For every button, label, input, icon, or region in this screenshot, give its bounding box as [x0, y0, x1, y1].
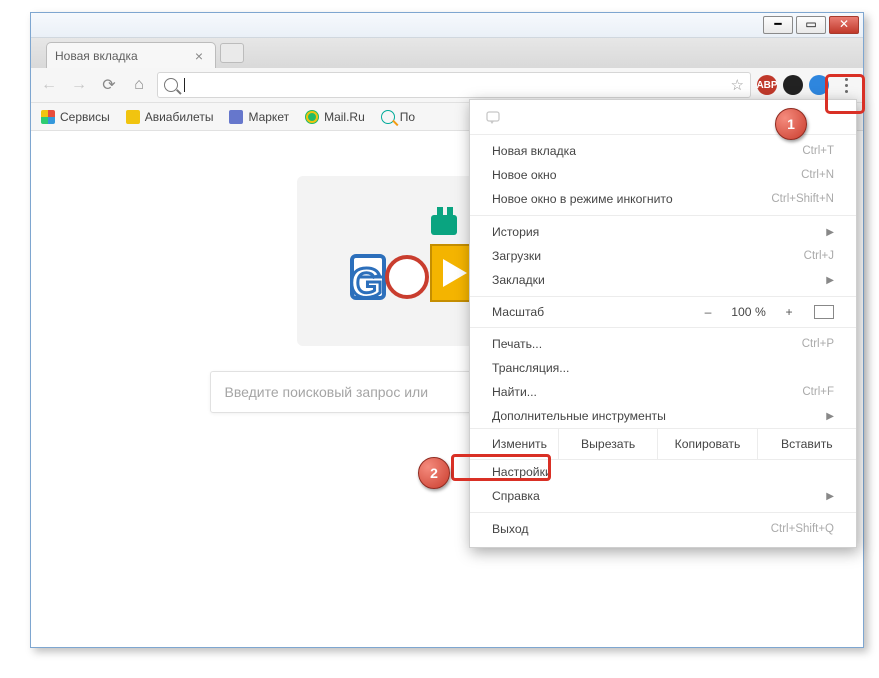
- menu-label: Новое окно в режиме инкогнито: [492, 192, 771, 206]
- shortcut-hint: Ctrl+T: [802, 145, 834, 157]
- menu-label: Трансляция...: [492, 361, 834, 375]
- bookmark-label: Mail.Ru: [324, 110, 365, 124]
- omnibox-input[interactable]: [191, 78, 725, 92]
- annotation-highlight-menu-button: [825, 74, 865, 114]
- menu-label: Печать...: [492, 337, 802, 351]
- plane-icon: [126, 110, 140, 124]
- extension-abp-icon[interactable]: ABP: [757, 75, 777, 95]
- svg-text:G: G: [350, 259, 383, 306]
- toolbar: ← → ⟳ ⌂ ☆ ABP: [31, 68, 863, 103]
- menu-label: Справка: [492, 489, 814, 503]
- bookmark-star-icon[interactable]: ☆: [731, 76, 744, 94]
- submenu-arrow-icon: ▶: [826, 275, 834, 286]
- menu-item-exit[interactable]: ВыходCtrl+Shift+Q: [470, 517, 856, 541]
- bookmark-label: Маркет: [248, 110, 289, 124]
- extensions-area: ABP: [757, 75, 829, 95]
- bookmark-mailru[interactable]: Mail.Ru: [305, 110, 365, 124]
- menu-label: Загрузки: [492, 249, 804, 263]
- close-window-button[interactable]: ✕: [829, 16, 859, 34]
- menu-item-new-window[interactable]: Новое окноCtrl+N: [470, 163, 856, 187]
- menu-label: Новое окно: [492, 168, 801, 182]
- close-tab-icon[interactable]: ×: [191, 48, 207, 64]
- bookmark-label: Сервисы: [60, 110, 110, 124]
- bookmark-apps[interactable]: Сервисы: [41, 110, 110, 124]
- annotation-callout-1: 1: [775, 108, 807, 140]
- home-button[interactable]: ⌂: [127, 73, 151, 97]
- annotation-highlight-settings: [451, 454, 551, 481]
- copy-button[interactable]: Копировать: [657, 429, 756, 459]
- menu-item-bookmarks[interactable]: Закладки ▶: [470, 268, 856, 292]
- window-titlebar: ━ ▭ ✕: [31, 13, 863, 38]
- menu-item-new-tab[interactable]: Новая вкладкаCtrl+T: [470, 139, 856, 163]
- submenu-arrow-icon: ▶: [826, 491, 834, 502]
- extension-generic-icon[interactable]: [783, 75, 803, 95]
- menu-label: Закладки: [492, 273, 814, 287]
- menu-item-cast[interactable]: Трансляция...: [470, 356, 856, 380]
- shortcut-hint: Ctrl+Shift+Q: [771, 523, 834, 535]
- menu-label: Найти...: [492, 385, 802, 399]
- shortcut-hint: Ctrl+Shift+N: [771, 193, 834, 205]
- search-placeholder: Введите поисковый запрос или: [225, 384, 429, 400]
- cut-button[interactable]: Вырезать: [558, 429, 657, 459]
- menu-zoom-row: Масштаб – 100 % +: [470, 301, 856, 323]
- cart-icon: [229, 110, 243, 124]
- tab-new-tab[interactable]: Новая вкладка ×: [46, 42, 216, 68]
- menu-label: Дополнительные инструменты: [492, 409, 814, 423]
- shortcut-hint: Ctrl+P: [802, 338, 834, 350]
- bookmark-search-cut[interactable]: По: [381, 110, 415, 124]
- paste-button[interactable]: Вставить: [757, 429, 856, 459]
- zoom-out-button[interactable]: –: [695, 305, 721, 319]
- speech-bubble-icon: [486, 111, 502, 125]
- forward-button[interactable]: →: [67, 73, 91, 97]
- bookmark-label: Авиабилеты: [145, 110, 214, 124]
- menu-label: История: [492, 225, 814, 239]
- back-button[interactable]: ←: [37, 73, 61, 97]
- menu-item-downloads[interactable]: ЗагрузкиCtrl+J: [470, 244, 856, 268]
- fullscreen-icon[interactable]: [814, 305, 834, 319]
- tab-title: Новая вкладка: [55, 49, 138, 63]
- submenu-arrow-icon: ▶: [826, 227, 834, 238]
- annotation-callout-2: 2: [418, 457, 450, 489]
- zoom-label: Масштаб: [492, 305, 695, 319]
- maximize-button[interactable]: ▭: [796, 16, 826, 34]
- reload-button[interactable]: ⟳: [97, 73, 121, 97]
- menu-item-print[interactable]: Печать...Ctrl+P: [470, 332, 856, 356]
- text-cursor: [184, 78, 185, 92]
- bookmark-market[interactable]: Маркет: [229, 110, 289, 124]
- search-icon: [164, 78, 178, 92]
- new-tab-button[interactable]: [220, 43, 244, 63]
- bookmark-flights[interactable]: Авиабилеты: [126, 110, 214, 124]
- menu-label: Новая вкладка: [492, 144, 802, 158]
- shortcut-hint: Ctrl+F: [802, 386, 834, 398]
- minimize-button[interactable]: ━: [763, 16, 793, 34]
- mail-icon: [305, 110, 319, 124]
- address-bar[interactable]: ☆: [157, 72, 751, 98]
- menu-item-incognito[interactable]: Новое окно в режиме инкогнитоCtrl+Shift+…: [470, 187, 856, 211]
- apps-icon: [41, 110, 55, 124]
- shortcut-hint: Ctrl+J: [804, 250, 834, 262]
- zoom-percent: 100 %: [721, 305, 776, 319]
- bookmark-label: По: [400, 110, 415, 124]
- tab-strip: Новая вкладка ×: [31, 38, 863, 68]
- zoom-in-button[interactable]: +: [776, 305, 802, 319]
- menu-item-find[interactable]: Найти...Ctrl+F: [470, 380, 856, 404]
- menu-item-help[interactable]: Справка ▶: [470, 484, 856, 508]
- menu-item-more-tools[interactable]: Дополнительные инструменты ▶: [470, 404, 856, 428]
- submenu-arrow-icon: ▶: [826, 411, 834, 422]
- menu-label: Выход: [492, 522, 771, 536]
- search-bookmark-icon: [381, 110, 395, 124]
- shortcut-hint: Ctrl+N: [801, 169, 834, 181]
- menu-item-history[interactable]: История ▶: [470, 220, 856, 244]
